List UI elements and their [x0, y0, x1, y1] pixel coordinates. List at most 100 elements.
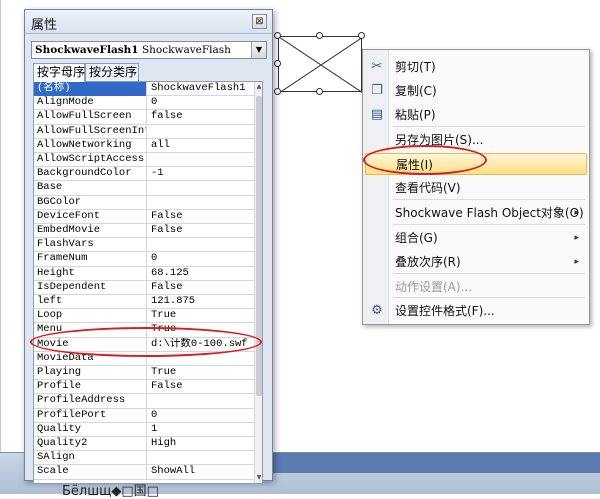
resize-handle-w[interactable] — [274, 60, 281, 67]
property-row[interactable]: BackgroundColor -1 — [34, 167, 256, 182]
resize-handle-sw[interactable] — [274, 88, 281, 95]
property-value[interactable] — [148, 181, 256, 195]
properties-titlebar[interactable]: 属性 ⊠ — [25, 10, 272, 34]
property-value[interactable]: False — [148, 210, 256, 224]
property-row[interactable]: FrameNum 0 — [34, 252, 256, 267]
resize-handle-ne[interactable] — [358, 32, 365, 39]
property-name: Loop — [34, 309, 147, 324]
property-grid-scrollbar[interactable]: ▲ ▼ — [254, 82, 262, 483]
property-name: Playing — [34, 366, 147, 380]
property-row[interactable]: EmbedMovie False — [34, 224, 256, 239]
menu-item-label: Shockwave Flash Object对象(O) — [395, 206, 584, 220]
property-value[interactable]: False — [148, 380, 256, 394]
property-value[interactable]: false — [148, 110, 256, 124]
menu-item-flash-object[interactable]: Shockwave Flash Object对象(O) ▸ — [365, 202, 587, 224]
scrollbar-thumb[interactable] — [256, 96, 262, 396]
property-value[interactable]: 0 — [148, 409, 256, 423]
property-row[interactable]: Quality 1 — [34, 422, 256, 437]
menu-item-group[interactable]: 组合(G) ▸ — [365, 227, 587, 249]
copy-icon: ❐ — [371, 83, 383, 98]
property-value[interactable]: ShockwaveFlash1 — [148, 82, 256, 96]
menu-item-cut[interactable]: ✂ 剪切(T) — [365, 56, 587, 78]
property-value[interactable]: all — [148, 139, 256, 153]
property-value[interactable] — [148, 196, 256, 210]
property-value[interactable]: High — [148, 437, 256, 451]
property-row[interactable]: Base — [34, 181, 256, 196]
property-value[interactable]: True — [148, 309, 256, 323]
menu-item-view-code[interactable]: 查看代码(V) — [365, 177, 587, 199]
tab-categorized[interactable]: 按分类序 — [85, 63, 139, 81]
property-value[interactable] — [148, 394, 256, 408]
property-row[interactable]: SAlign — [34, 451, 256, 466]
property-value[interactable]: 0 — [148, 252, 256, 266]
resize-handle-nw[interactable] — [274, 32, 281, 39]
format-control-icon: ⚙ — [371, 303, 383, 318]
tab-alphabetic[interactable]: 按字母序 — [33, 63, 85, 82]
property-row[interactable]: AllowNetworking all — [34, 138, 256, 153]
property-value[interactable]: False — [148, 281, 256, 295]
property-value[interactable]: 68.125 — [148, 267, 256, 281]
submenu-arrow-icon: ▸ — [574, 233, 579, 243]
scroll-up-icon[interactable]: ▲ — [255, 83, 262, 93]
submenu-arrow-icon: ▸ — [574, 257, 579, 267]
property-name: AllowScriptAccess — [34, 153, 147, 167]
resize-handle-n[interactable] — [316, 32, 323, 39]
property-name: Profile — [34, 380, 147, 395]
property-row[interactable]: AllowScriptAccess — [34, 153, 256, 168]
property-value[interactable] — [148, 451, 256, 465]
property-name: left — [34, 295, 147, 309]
property-row[interactable]: AllowFullScreenInte — [34, 124, 256, 139]
menu-item-label: 叠放次序(R) — [395, 255, 461, 269]
menu-separator — [393, 273, 585, 274]
menu-item-label: 查看代码(V) — [395, 181, 461, 195]
property-row[interactable]: Profile False — [34, 380, 256, 395]
property-row[interactable]: DeviceFont False — [34, 209, 256, 224]
object-select-name: ShockwaveFlash1 — [35, 44, 139, 56]
property-value[interactable] — [148, 238, 256, 252]
property-row[interactable]: Playing True — [34, 366, 256, 381]
property-name: SAlign — [34, 451, 147, 466]
property-value[interactable]: -1 — [148, 167, 256, 181]
property-row[interactable]: left 121.875 — [34, 295, 256, 310]
menu-separator — [393, 224, 585, 225]
property-value[interactable] — [148, 153, 256, 167]
chevron-down-icon[interactable]: ▼ — [251, 42, 266, 58]
close-icon[interactable]: ⊠ — [252, 14, 267, 29]
object-select[interactable]: ShockwaveFlash1 ShockwaveFlash ▼ — [31, 41, 267, 59]
property-row[interactable]: AllowFullScreen false — [34, 110, 256, 125]
property-row[interactable]: AlignMode 0 — [34, 96, 256, 111]
property-row[interactable]: ProfileAddress — [34, 394, 256, 409]
menu-item-format-control[interactable]: ⚙ 设置控件格式(F)... — [365, 300, 587, 322]
property-row[interactable]: ProfilePort 0 — [34, 408, 256, 423]
property-name: AllowNetworking — [34, 138, 147, 153]
property-row[interactable]: Scale ShowAll — [34, 465, 256, 480]
resize-handle-s[interactable] — [316, 88, 323, 95]
flash-control-placeholder[interactable] — [278, 36, 363, 93]
menu-item-paste[interactable]: ▤ 粘贴(P) — [365, 104, 587, 126]
property-value[interactable]: 121.875 — [148, 295, 256, 309]
property-row[interactable]: IsDependent False — [34, 280, 256, 295]
property-value[interactable]: 1 — [148, 423, 256, 437]
property-row[interactable]: Quality2 High — [34, 437, 256, 452]
property-row[interactable]: BGColor — [34, 195, 256, 210]
property-name: AlignMode — [34, 96, 147, 111]
property-row[interactable]: Height 68.125 — [34, 266, 256, 281]
property-name: AllowFullScreenInte — [34, 124, 147, 139]
menu-item-label: 复制(C) — [395, 84, 437, 98]
property-row[interactable]: FlashVars — [34, 238, 256, 253]
annotation-oval-properties — [363, 145, 487, 175]
scroll-down-icon[interactable]: ▼ — [255, 474, 262, 483]
menu-item-order[interactable]: 叠放次序(R) ▸ — [365, 251, 587, 273]
menu-item-copy[interactable]: ❐ 复制(C) — [365, 80, 587, 102]
property-value[interactable]: 0 — [148, 96, 256, 110]
property-value[interactable]: False — [148, 224, 256, 238]
property-value[interactable]: ShowAll — [148, 465, 256, 479]
property-row[interactable]: Loop True — [34, 309, 256, 324]
property-name: Quality — [34, 422, 147, 437]
property-value[interactable] — [148, 125, 256, 139]
menu-item-action-settings[interactable]: 动作设置(A)... — [365, 276, 587, 298]
property-value[interactable]: True — [148, 366, 256, 380]
object-select-type: ShockwaveFlash — [141, 44, 231, 56]
property-row[interactable]: (名称) ShockwaveFlash1 — [34, 82, 256, 97]
property-name: Scale — [34, 465, 147, 480]
